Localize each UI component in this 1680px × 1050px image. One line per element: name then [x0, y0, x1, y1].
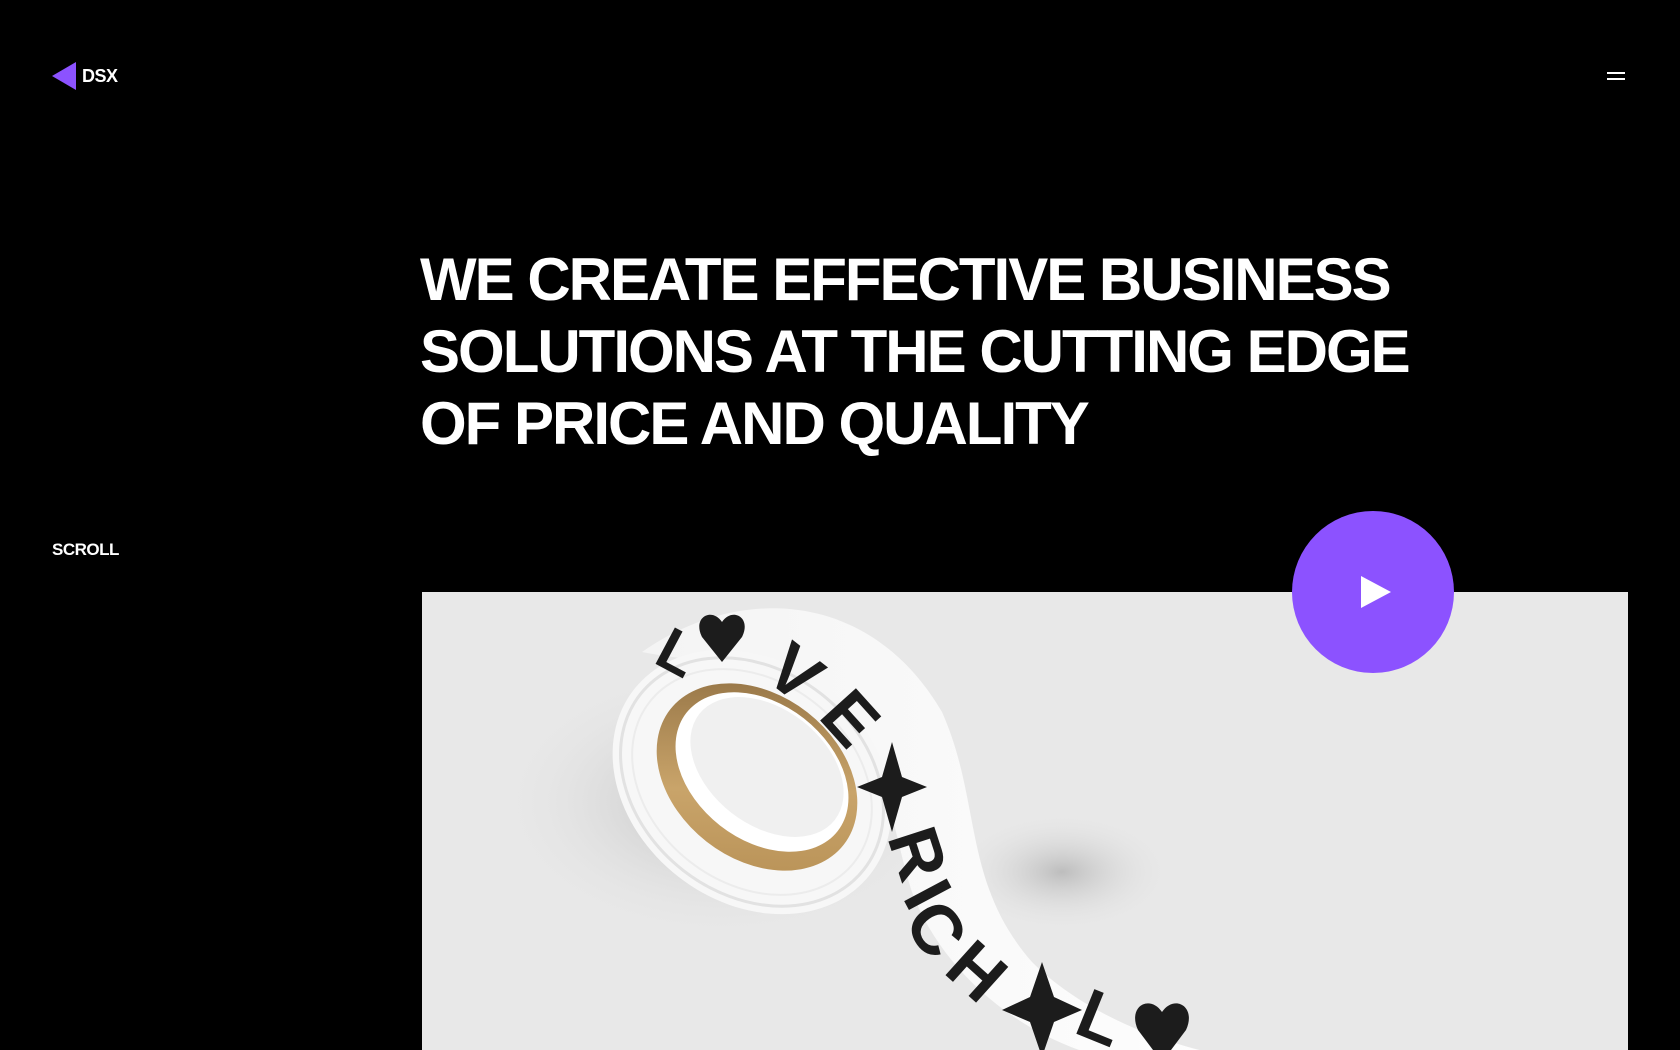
- tape-roll-photo: L V E R I C H L: [422, 592, 1628, 1050]
- menu-button[interactable]: [1604, 66, 1628, 86]
- logo-link[interactable]: DSX: [52, 62, 118, 90]
- play-icon: [1361, 576, 1391, 608]
- logo-text: DSX: [82, 65, 118, 86]
- tape-roll-illustration: L V E R I C H L: [422, 592, 1628, 1050]
- scroll-indicator[interactable]: SCROLL: [52, 540, 119, 560]
- headline-line-3: OF PRICE AND QUALITY: [420, 390, 1090, 457]
- headline-line-2: SOLUTIONS AT THE CUTTING EDGE: [420, 318, 1411, 385]
- hamburger-menu-icon-line: [1607, 78, 1625, 80]
- page: DSX WE CREATE EFFECTIVE BUSINESS SOLUTIO…: [0, 0, 1680, 1050]
- triangle-left-icon: [52, 62, 76, 90]
- hero-headline: WE CREATE EFFECTIVE BUSINESS SOLUTIONS A…: [420, 244, 1420, 460]
- play-video-button[interactable]: [1292, 511, 1454, 673]
- hamburger-menu-icon: [1607, 72, 1625, 74]
- headline-line-1: WE CREATE EFFECTIVE BUSINESS: [420, 246, 1392, 313]
